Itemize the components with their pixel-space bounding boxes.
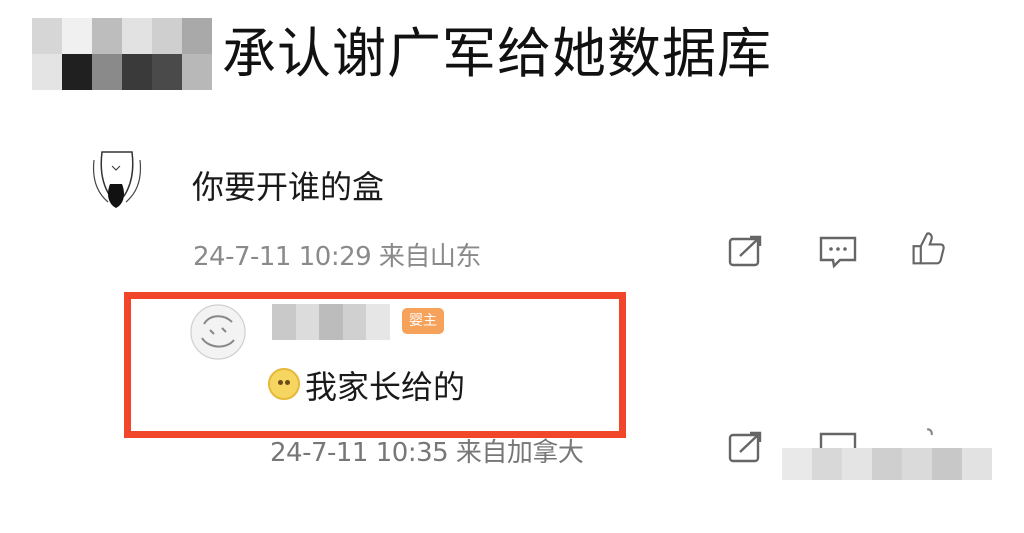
status-badge: 婴主 bbox=[402, 308, 444, 334]
mosaic-tile bbox=[842, 448, 872, 480]
mosaic-tile bbox=[902, 448, 932, 480]
mosaic-tile bbox=[32, 54, 62, 90]
comment-text: 你要开谁的盒 bbox=[192, 168, 385, 206]
mosaic-tile bbox=[182, 18, 212, 54]
reply-text: 我家长给的 bbox=[305, 368, 466, 406]
emoji-icon bbox=[268, 368, 300, 400]
mosaic-tile bbox=[366, 304, 390, 340]
mosaic-tile bbox=[62, 54, 92, 90]
pixelated-redaction bbox=[32, 18, 212, 90]
mosaic-tile bbox=[122, 54, 152, 90]
mosaic-tile bbox=[62, 18, 92, 54]
mosaic-tile bbox=[295, 304, 320, 340]
share-icon[interactable] bbox=[726, 430, 766, 466]
mosaic-tile bbox=[122, 18, 152, 54]
like-icon-graphic bbox=[912, 232, 945, 265]
mosaic-tile bbox=[272, 304, 296, 340]
mosaic-tile bbox=[932, 448, 962, 480]
mosaic-tile bbox=[872, 448, 902, 480]
mosaic-tile bbox=[92, 54, 122, 90]
post-title: 承认谢广军给她数据库 bbox=[222, 22, 772, 85]
mosaic-tile bbox=[152, 18, 182, 54]
mosaic-tile bbox=[182, 54, 212, 90]
comment-icon-graphic bbox=[819, 236, 857, 269]
avatar[interactable] bbox=[72, 150, 162, 210]
mosaic-tile bbox=[812, 448, 842, 480]
mosaic-tile bbox=[152, 54, 182, 90]
comment-meta: 24-7-11 10:29 来自山东 bbox=[193, 242, 481, 272]
mosaic-tile bbox=[782, 448, 812, 480]
pixelated-username bbox=[272, 304, 390, 340]
comment-icon[interactable] bbox=[818, 234, 858, 270]
avatar-illustration bbox=[190, 304, 246, 360]
avatar[interactable] bbox=[190, 304, 246, 360]
mosaic-tile bbox=[92, 18, 122, 54]
mosaic-tile bbox=[32, 18, 62, 54]
mosaic-tile bbox=[319, 304, 343, 340]
share-icon-graphic bbox=[728, 235, 762, 267]
share-icon[interactable] bbox=[726, 234, 766, 270]
pixelated-redaction bbox=[782, 448, 992, 480]
like-icon[interactable] bbox=[908, 230, 948, 266]
reply-meta: 24-7-11 10:35 来自加拿大 bbox=[270, 438, 584, 468]
mosaic-tile bbox=[962, 448, 992, 480]
share-icon-graphic bbox=[728, 431, 762, 463]
mosaic-tile bbox=[342, 304, 367, 340]
avatar-illustration bbox=[92, 151, 142, 208]
